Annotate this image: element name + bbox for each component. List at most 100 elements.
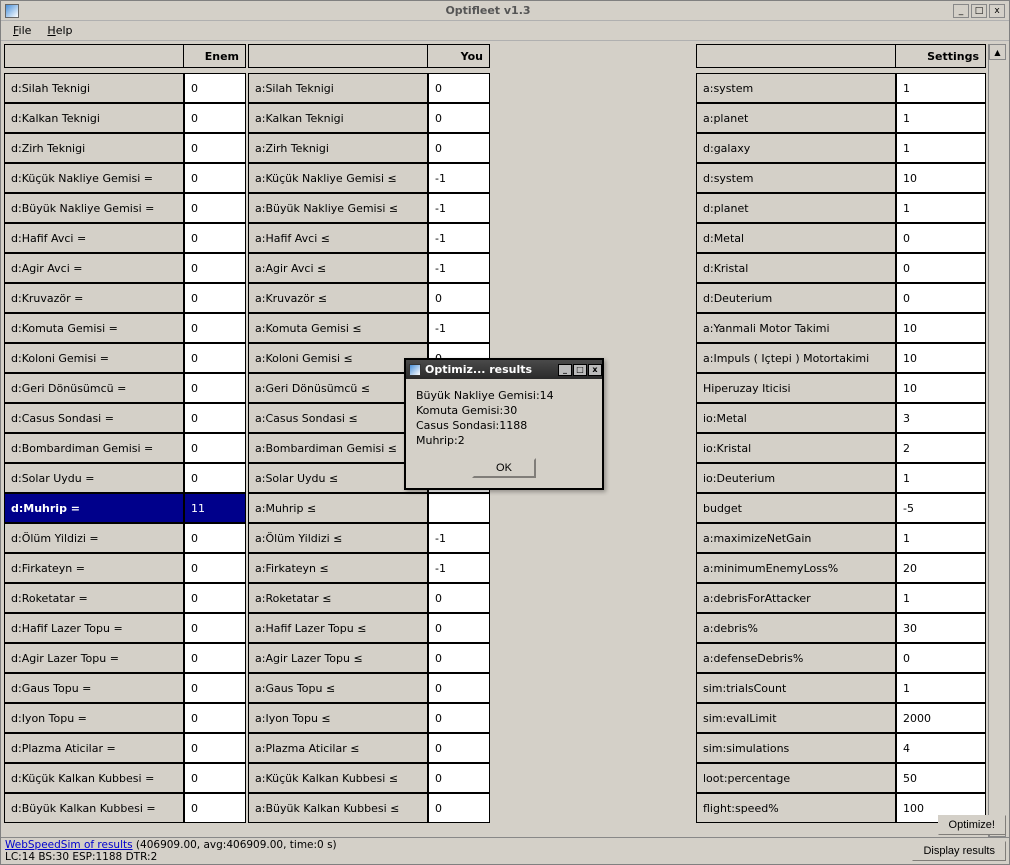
enemy-row-label[interactable]: d:Küçük Nakliye Gemisi = — [4, 163, 184, 193]
you-row-label[interactable]: a:Büyük Nakliye Gemisi ≤ — [248, 193, 428, 223]
settings-row-value[interactable]: 1 — [896, 133, 986, 163]
dialog-ok-button[interactable]: OK — [472, 458, 536, 478]
you-row-label[interactable]: a:Iyon Topu ≤ — [248, 703, 428, 733]
optimize-button[interactable]: Optimize! — [938, 815, 1006, 835]
enemy-row-label[interactable]: d:Büyük Nakliye Gemisi = — [4, 193, 184, 223]
settings-row-label[interactable]: d:galaxy — [696, 133, 896, 163]
enemy-row-value[interactable]: 0 — [184, 283, 246, 313]
settings-row-value[interactable]: 2000 — [896, 703, 986, 733]
settings-row-value[interactable]: 1 — [896, 103, 986, 133]
enemy-row-value[interactable]: 0 — [184, 703, 246, 733]
enemy-row-value[interactable]: 0 — [184, 583, 246, 613]
you-row-value[interactable] — [428, 493, 490, 523]
menu-file[interactable]: File — [5, 22, 39, 39]
dialog-maximize-button[interactable]: □ — [573, 364, 587, 376]
settings-row-value[interactable]: 0 — [896, 253, 986, 283]
settings-row-label[interactable]: budget — [696, 493, 896, 523]
enemy-row-value[interactable]: 0 — [184, 133, 246, 163]
you-row-value[interactable]: -1 — [428, 523, 490, 553]
you-row-label[interactable]: a:Büyük Kalkan Kubbesi ≤ — [248, 793, 428, 823]
settings-row-label[interactable]: sim:evalLimit — [696, 703, 896, 733]
you-row-label[interactable]: a:Ölüm Yildizi ≤ — [248, 523, 428, 553]
enemy-row-label[interactable]: d:Firkateyn = — [4, 553, 184, 583]
you-row-label[interactable]: a:Zirh Teknigi — [248, 133, 428, 163]
settings-row-value[interactable]: 10 — [896, 373, 986, 403]
settings-row-label[interactable]: Hiperuzay Iticisi — [696, 373, 896, 403]
you-row-label[interactable]: a:Bombardiman Gemisi ≤ — [248, 433, 428, 463]
dialog-close-button[interactable]: x — [588, 364, 602, 376]
you-row-label[interactable]: a:Koloni Gemisi ≤ — [248, 343, 428, 373]
enemy-row-value[interactable]: 0 — [184, 463, 246, 493]
enemy-row-value[interactable]: 11 — [184, 493, 246, 523]
you-row-value[interactable]: 0 — [428, 793, 490, 823]
you-row-label[interactable]: a:Geri Dönüsümcü ≤ — [248, 373, 428, 403]
enemy-row-label[interactable]: d:Ölüm Yildizi = — [4, 523, 184, 553]
settings-row-value[interactable]: 1 — [896, 463, 986, 493]
settings-row-value[interactable]: 1 — [896, 583, 986, 613]
enemy-row-label[interactable]: d:Agir Lazer Topu = — [4, 643, 184, 673]
you-row-label[interactable]: a:Plazma Aticilar ≤ — [248, 733, 428, 763]
settings-row-value[interactable]: 0 — [896, 283, 986, 313]
you-row-value[interactable]: 0 — [428, 583, 490, 613]
dialog-titlebar[interactable]: Optimiz... results _ □ x — [406, 360, 602, 379]
you-row-value[interactable]: -1 — [428, 253, 490, 283]
settings-row-value[interactable]: 1 — [896, 523, 986, 553]
settings-row-label[interactable]: loot:percentage — [696, 763, 896, 793]
you-row-value[interactable]: 0 — [428, 763, 490, 793]
enemy-row-label[interactable]: d:Komuta Gemisi = — [4, 313, 184, 343]
enemy-row-value[interactable]: 0 — [184, 373, 246, 403]
enemy-row-value[interactable]: 0 — [184, 523, 246, 553]
you-row-label[interactable]: a:Hafif Lazer Topu ≤ — [248, 613, 428, 643]
enemy-row-label[interactable]: d:Roketatar = — [4, 583, 184, 613]
enemy-row-value[interactable]: 0 — [184, 193, 246, 223]
settings-row-value[interactable]: 2 — [896, 433, 986, 463]
settings-row-label[interactable]: a:system — [696, 73, 896, 103]
settings-row-value[interactable]: 10 — [896, 343, 986, 373]
you-row-value[interactable]: -1 — [428, 193, 490, 223]
settings-row-value[interactable]: 3 — [896, 403, 986, 433]
settings-row-value[interactable]: 1 — [896, 193, 986, 223]
enemy-row-value[interactable]: 0 — [184, 223, 246, 253]
enemy-row-value[interactable]: 0 — [184, 553, 246, 583]
you-row-label[interactable]: a:Kruvazör ≤ — [248, 283, 428, 313]
you-row-label[interactable]: a:Casus Sondasi ≤ — [248, 403, 428, 433]
you-row-label[interactable]: a:Hafif Avci ≤ — [248, 223, 428, 253]
enemy-row-value[interactable]: 0 — [184, 163, 246, 193]
settings-row-value[interactable]: 1 — [896, 73, 986, 103]
enemy-row-value[interactable]: 0 — [184, 433, 246, 463]
settings-row-value[interactable]: 4 — [896, 733, 986, 763]
settings-row-label[interactable]: d:system — [696, 163, 896, 193]
enemy-row-label[interactable]: d:Kalkan Teknigi — [4, 103, 184, 133]
enemy-row-value[interactable]: 0 — [184, 643, 246, 673]
settings-row-label[interactable]: d:planet — [696, 193, 896, 223]
enemy-row-label[interactable]: d:Hafif Avci = — [4, 223, 184, 253]
settings-row-label[interactable]: a:planet — [696, 103, 896, 133]
settings-row-label[interactable]: io:Kristal — [696, 433, 896, 463]
enemy-row-value[interactable]: 0 — [184, 103, 246, 133]
you-row-value[interactable]: -1 — [428, 223, 490, 253]
you-row-label[interactable]: a:Küçük Nakliye Gemisi ≤ — [248, 163, 428, 193]
dialog-minimize-button[interactable]: _ — [558, 364, 572, 376]
settings-row-label[interactable]: a:Impuls ( Içtepi ) Motortakimi — [696, 343, 896, 373]
enemy-row-label[interactable]: d:Büyük Kalkan Kubbesi = — [4, 793, 184, 823]
enemy-row-label[interactable]: d:Bombardiman Gemisi = — [4, 433, 184, 463]
settings-row-label[interactable]: d:Metal — [696, 223, 896, 253]
settings-row-value[interactable]: 0 — [896, 223, 986, 253]
enemy-row-label[interactable]: d:Küçük Kalkan Kubbesi = — [4, 763, 184, 793]
settings-row-label[interactable]: a:debris% — [696, 613, 896, 643]
enemy-row-label[interactable]: d:Kruvazör = — [4, 283, 184, 313]
you-row-value[interactable]: 0 — [428, 133, 490, 163]
enemy-row-label[interactable]: d:Solar Uydu = — [4, 463, 184, 493]
enemy-row-label[interactable]: d:Silah Teknigi — [4, 73, 184, 103]
enemy-row-value[interactable]: 0 — [184, 613, 246, 643]
enemy-row-label[interactable]: d:Iyon Topu = — [4, 703, 184, 733]
enemy-row-value[interactable]: 0 — [184, 73, 246, 103]
you-row-value[interactable]: 0 — [428, 673, 490, 703]
you-row-label[interactable]: a:Roketatar ≤ — [248, 583, 428, 613]
you-row-label[interactable]: a:Agir Lazer Topu ≤ — [248, 643, 428, 673]
you-row-value[interactable]: 0 — [428, 733, 490, 763]
enemy-row-value[interactable]: 0 — [184, 313, 246, 343]
you-row-label[interactable]: a:Silah Teknigi — [248, 73, 428, 103]
vertical-scrollbar[interactable]: ▲ ▼ — [988, 44, 1006, 837]
settings-row-label[interactable]: sim:trialsCount — [696, 673, 896, 703]
